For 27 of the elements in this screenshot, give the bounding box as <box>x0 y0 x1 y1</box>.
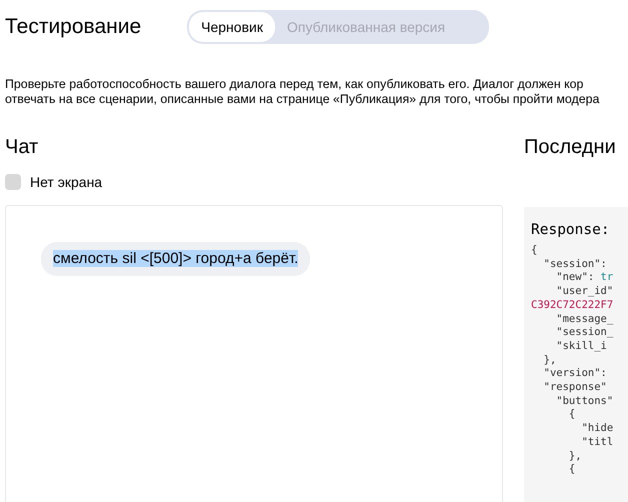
no-screen-label: Нет экрана <box>30 174 102 190</box>
code-line: "user_id" <box>555 285 614 299</box>
code-line: "buttons" <box>555 394 614 408</box>
no-screen-checkbox[interactable] <box>5 174 21 190</box>
code-line: C392C72C222F7 <box>531 298 614 313</box>
version-tab[interactable]: Черновик <box>189 12 275 42</box>
code-line: { <box>568 408 576 422</box>
code-line: "session_ <box>555 326 614 340</box>
page-title: Тестирование <box>5 15 142 39</box>
code-line: "version": <box>542 367 608 382</box>
code-line: "response" <box>542 381 608 395</box>
description-text: Проверьте работоспособность вашего диалога перед тем, как опубликовать его. Диалог должен кор <box>5 77 584 92</box>
description-text: отвечать на все сценарии, описанные вами на странице «Публикация» для того, чтобы пройти модера <box>5 92 600 107</box>
code-line: }, <box>542 354 558 368</box>
code-line: { <box>568 463 576 477</box>
code-line: "skill_i <box>555 340 608 354</box>
code-line: "titl <box>580 436 614 450</box>
code-line: "new": tr <box>555 271 614 286</box>
log-heading: Последни <box>524 136 617 159</box>
message-text: смелость sil <[500]> город+а берёт. <box>53 250 298 267</box>
code-line: "hide <box>580 422 614 436</box>
code-line: }, <box>568 450 583 464</box>
code-line: "message_ <box>555 312 614 326</box>
code-line: "session": <box>542 258 608 272</box>
code-line: { <box>531 244 538 258</box>
response-label: Response: <box>531 222 611 238</box>
chat-heading: Чат <box>5 136 40 159</box>
